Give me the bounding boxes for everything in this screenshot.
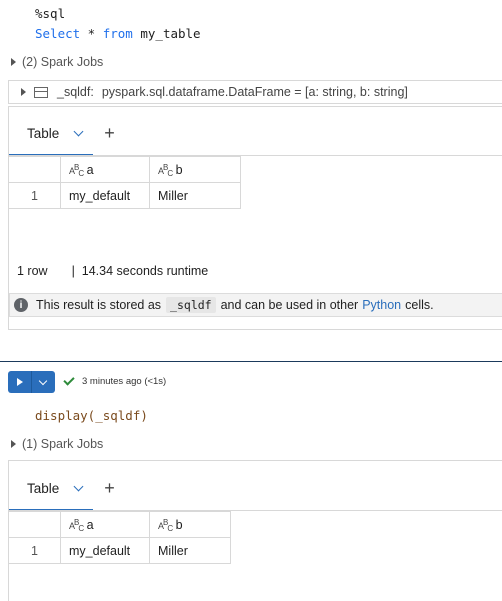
sql-keyword-select: Select xyxy=(35,26,81,41)
dataframe-type: pyspark.sql.dataframe.DataFrame = [a: st… xyxy=(101,85,408,99)
column-name: a xyxy=(86,517,94,532)
results-panel-1: Table + ABC a ABC b 1 my_default Miller … xyxy=(8,106,502,330)
tab-bar: Table + xyxy=(27,479,115,497)
check-icon xyxy=(63,374,75,386)
table-cell[interactable]: my_default xyxy=(60,182,150,209)
table-row: 1 my_default Miller xyxy=(8,537,231,564)
results-table: ABC a ABC b 1 my_default Miller xyxy=(8,156,241,209)
caret-right-icon xyxy=(11,58,16,66)
results-table: ABC a ABC b 1 my_default Miller xyxy=(8,511,231,564)
row-index: 1 xyxy=(8,182,61,209)
code-line-1: display(_sqldf) xyxy=(35,408,148,423)
separator: | xyxy=(71,264,75,278)
button-divider xyxy=(31,371,32,393)
table-cell[interactable]: Miller xyxy=(149,182,241,209)
runtime-text: 14.34 seconds runtime xyxy=(81,264,209,278)
column-name: a xyxy=(86,162,94,177)
banner-text: This result is stored as xyxy=(36,298,162,312)
dataframe-name: _sqldf: xyxy=(57,85,94,99)
chevron-down-icon[interactable] xyxy=(38,376,48,385)
tab-table[interactable]: Table xyxy=(27,126,59,141)
tab-table[interactable]: Table xyxy=(27,481,59,496)
add-visualization-icon[interactable]: + xyxy=(104,479,115,497)
run-status: 3 minutes ago (<1s) xyxy=(63,374,167,387)
abc-type-icon: ABC xyxy=(158,517,173,533)
spark-jobs-label: (1) Spark Jobs xyxy=(22,437,104,451)
cell-divider xyxy=(0,361,502,362)
code-text: * xyxy=(80,26,103,41)
abc-type-icon: ABC xyxy=(69,162,84,178)
code-line-1: %sql xyxy=(35,6,66,21)
caret-right-icon xyxy=(11,440,16,448)
spark-jobs-toggle[interactable]: (2) Spark Jobs xyxy=(11,55,103,69)
tab-bar: Table + xyxy=(27,124,115,142)
chevron-down-icon[interactable] xyxy=(73,126,84,136)
table-row: 1 my_default Miller xyxy=(8,182,241,209)
table-cell[interactable]: my_default xyxy=(60,537,150,564)
results-panel-2: Table + ABC a ABC b 1 my_default Miller xyxy=(8,460,502,601)
banner-code-chip: _sqldf xyxy=(166,297,216,313)
spark-jobs-toggle[interactable]: (1) Spark Jobs xyxy=(11,437,103,451)
table-cell[interactable]: Miller xyxy=(149,537,231,564)
play-icon xyxy=(17,378,23,386)
code-line-2: Select * from my_table xyxy=(35,26,201,41)
abc-type-icon: ABC xyxy=(69,517,84,533)
table-header-row: ABC a ABC b xyxy=(8,156,241,183)
run-cell-button[interactable] xyxy=(8,371,55,393)
banner-text: and can be used in other xyxy=(220,298,359,312)
add-visualization-icon[interactable]: + xyxy=(104,124,115,142)
row-count: 1 row xyxy=(17,264,48,278)
row-index-header xyxy=(8,511,61,538)
abc-type-icon: ABC xyxy=(158,162,173,178)
code-text: my_table xyxy=(132,26,201,41)
row-index-header xyxy=(8,156,61,183)
banner-text: cells. xyxy=(405,298,434,312)
caret-right-icon xyxy=(21,88,26,96)
table-icon xyxy=(34,86,48,98)
sql-keyword-from: from xyxy=(102,26,133,41)
table-header-row: ABC a ABC b xyxy=(8,511,231,538)
info-icon: i xyxy=(14,298,28,312)
column-header-a[interactable]: ABC a xyxy=(60,511,150,538)
column-header-b[interactable]: ABC b xyxy=(149,156,241,183)
runtime-info: | 14.34 seconds runtime xyxy=(72,264,209,278)
python-link[interactable]: Python xyxy=(362,298,401,312)
spark-jobs-label: (2) Spark Jobs xyxy=(22,55,104,69)
column-header-a[interactable]: ABC a xyxy=(60,156,150,183)
info-banner: i This result is stored as _sqldf and ca… xyxy=(9,293,502,317)
chevron-down-icon[interactable] xyxy=(73,481,84,491)
column-header-b[interactable]: ABC b xyxy=(149,511,231,538)
row-index: 1 xyxy=(8,537,61,564)
dataframe-schema-row[interactable]: _sqldf: pyspark.sql.dataframe.DataFrame … xyxy=(8,80,502,104)
column-name: b xyxy=(175,162,183,177)
run-status-text: 3 minutes ago (<1s) xyxy=(82,376,167,387)
column-name: b xyxy=(175,517,183,532)
result-footer: 1 row | 14.34 seconds runtime xyxy=(17,264,208,278)
